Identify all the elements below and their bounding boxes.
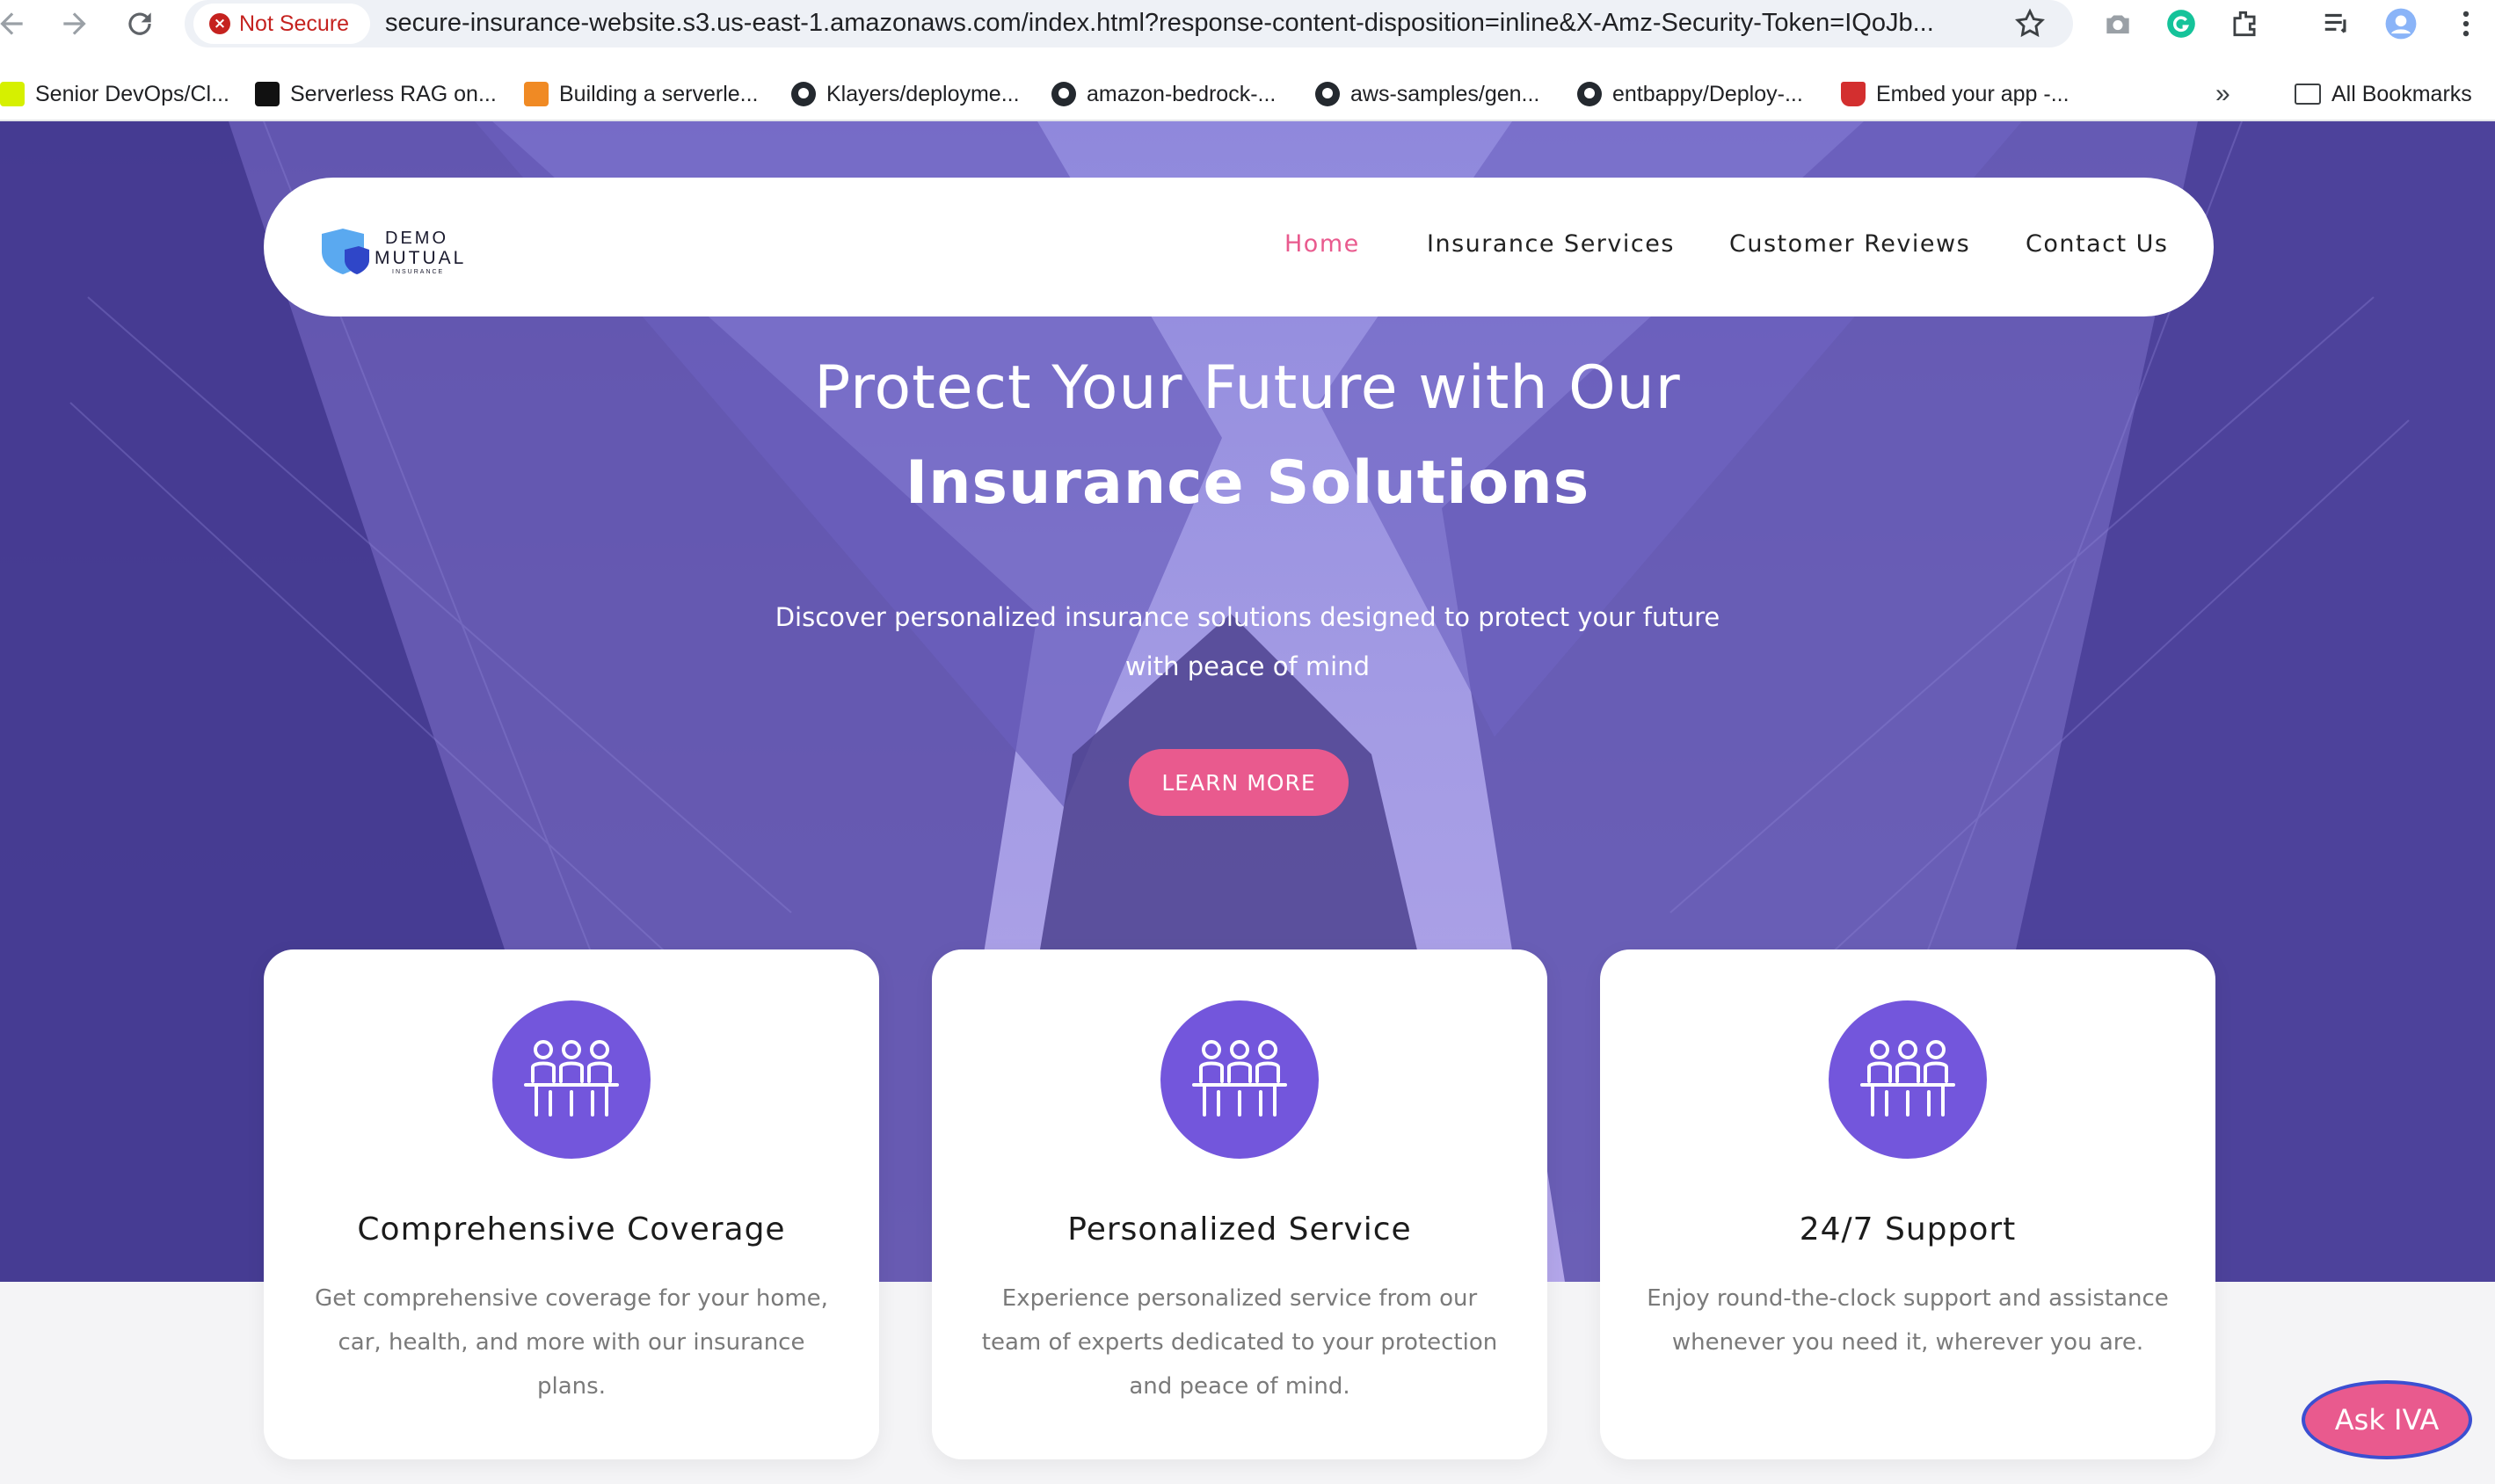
feature-card: Personalized Service Experience personal… (932, 949, 1547, 1459)
feature-title: Personalized Service (1067, 1211, 1412, 1248)
camera-icon[interactable] (2101, 7, 2135, 40)
learn-more-button[interactable]: LEARN MORE (1129, 749, 1349, 816)
bookmark-label: Building a serverle... (559, 81, 759, 106)
bookmark-item[interactable]: aws-samples/gen... (1315, 79, 1539, 109)
site-navbar: DEMO MUTUAL INSURANCE Home Insurance Ser… (264, 178, 2214, 316)
crown-icon (1841, 82, 1866, 106)
team-meeting-icon (1160, 1000, 1319, 1159)
security-label: Not Secure (239, 11, 350, 36)
feature-description: Enjoy round-the-clock support and assist… (1647, 1285, 2169, 1356)
team-meeting-icon (492, 1000, 651, 1159)
logo-text-line2: MUTUAL (375, 248, 467, 268)
bookmark-label: Embed your app -... (1876, 81, 2069, 106)
reload-icon[interactable] (123, 7, 156, 40)
site-security-chip[interactable]: × Not Secure (193, 4, 371, 44)
profile-avatar-icon[interactable] (2384, 7, 2418, 40)
bookmark-item[interactable]: Serverless RAG on... (255, 79, 497, 109)
company-logo[interactable]: DEMO MUTUAL INSURANCE (318, 227, 476, 276)
logo-text-line1: DEMO (385, 229, 448, 248)
bookmark-item[interactable]: amazon-bedrock-... (1051, 79, 1276, 109)
team-meeting-icon (1829, 1000, 1987, 1159)
bookmark-item[interactable]: entbappy/Deploy-... (1577, 79, 1803, 109)
github-icon (1577, 82, 1602, 106)
shield-logo-icon (322, 229, 369, 274)
ask-iva-chat-button[interactable]: Ask IVA (2302, 1380, 2472, 1459)
github-icon (1051, 82, 1076, 106)
feature-title: Comprehensive Coverage (357, 1211, 786, 1248)
all-bookmarks-button[interactable]: All Bookmarks (2295, 79, 2472, 109)
reading-list-icon[interactable] (2321, 7, 2354, 40)
aws-box-icon (524, 82, 549, 106)
feature-description: Experience personalized service from our… (981, 1285, 1498, 1400)
bookmark-item[interactable]: Senior DevOps/Cl... (0, 79, 229, 109)
bookmark-label: entbappy/Deploy-... (1612, 81, 1803, 106)
medium-icon (255, 82, 280, 106)
bookmarks-bar: Senior DevOps/Cl... Serverless RAG on...… (0, 69, 2495, 121)
nav-home[interactable]: Home (1284, 230, 1360, 258)
bookmarks-overflow-button[interactable]: » (2215, 79, 2230, 109)
favicon-icon (0, 82, 25, 106)
logo-text-line3: INSURANCE (392, 269, 445, 275)
warning-icon: × (209, 13, 230, 34)
nav-customer-reviews[interactable]: Customer Reviews (1729, 230, 1970, 258)
feature-description: Get comprehensive coverage for your home… (315, 1285, 828, 1400)
feature-card: Comprehensive Coverage Get comprehensive… (264, 949, 879, 1459)
browser-toolbar: × Not Secure secure-insurance-website.s3… (0, 0, 2495, 47)
bookmark-item[interactable]: Embed your app -... (1841, 79, 2069, 109)
back-arrow-icon[interactable] (0, 7, 28, 40)
address-bar[interactable]: × Not Secure secure-insurance-website.s3… (185, 0, 2073, 47)
extensions-icon[interactable] (2228, 7, 2261, 40)
all-bookmarks-label: All Bookmarks (2331, 81, 2472, 106)
forward-arrow-icon[interactable] (58, 7, 91, 40)
kebab-menu-icon[interactable] (2449, 7, 2483, 40)
bookmark-label: Serverless RAG on... (290, 81, 497, 106)
bookmark-label: aws-samples/gen... (1350, 81, 1540, 106)
grammarly-icon[interactable] (2164, 7, 2198, 40)
bookmark-label: Senior DevOps/Cl... (35, 81, 229, 106)
hero-subtitle: Discover personalized insurance solution… (775, 602, 1720, 681)
bookmark-item[interactable]: Building a serverle... (524, 79, 759, 109)
bookmark-label: Klayers/deployme... (826, 81, 1020, 106)
github-icon (791, 82, 816, 106)
url-text[interactable]: secure-insurance-website.s3.us-east-1.am… (385, 9, 2020, 38)
hero-title-line1: Protect Your Future with Our (814, 353, 1681, 423)
nav-contact-us[interactable]: Contact Us (2026, 230, 2168, 258)
hero-title-line2: Insurance Solutions (905, 448, 1590, 518)
feature-title: 24/7 Support (1799, 1211, 2017, 1248)
bookmark-label: amazon-bedrock-... (1087, 81, 1277, 106)
bookmark-item[interactable]: Klayers/deployme... (791, 79, 1020, 109)
bookmark-star-icon[interactable] (2013, 7, 2047, 40)
nav-insurance-services[interactable]: Insurance Services (1427, 230, 1675, 258)
folder-icon (2295, 84, 2321, 105)
github-icon (1315, 82, 1340, 106)
feature-card: 24/7 Support Enjoy round-the-clock suppo… (1600, 949, 2215, 1459)
